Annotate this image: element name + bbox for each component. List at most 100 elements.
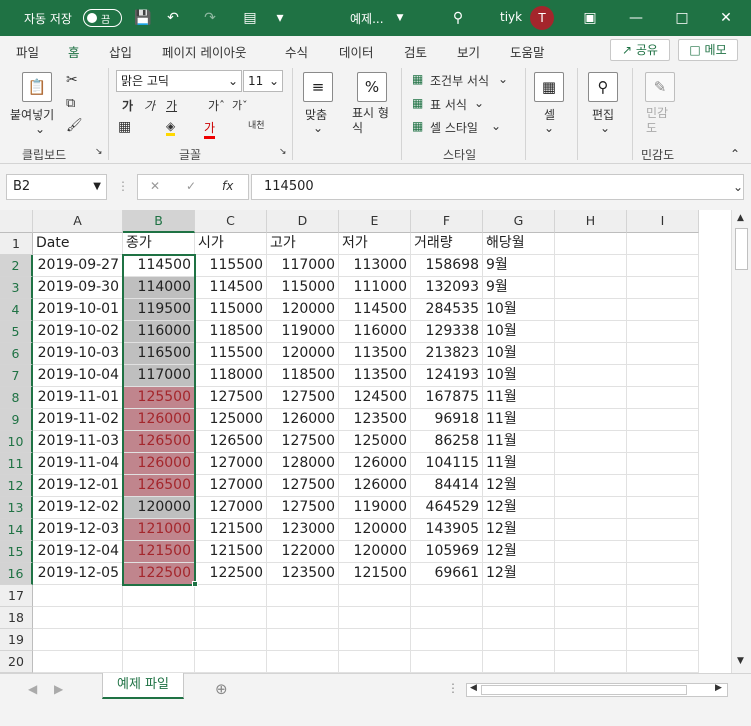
scroll-thumb[interactable] [735,228,748,270]
value-cell[interactable]: 126500 [123,431,195,453]
cell[interactable] [555,519,627,541]
value-cell[interactable]: 121500 [195,541,267,563]
value-cell[interactable]: 115000 [267,277,339,299]
value-cell[interactable]: 125500 [123,387,195,409]
maximize-icon[interactable]: □ [672,8,692,28]
font-size-box[interactable]: 11 ⌄ [243,70,283,92]
value-cell[interactable]: 122500 [195,563,267,585]
decrease-font-icon[interactable]: 가ˇ [232,97,248,113]
value-cell[interactable]: 132093 [411,277,483,299]
scroll-left-icon[interactable]: ◀ [470,683,477,693]
cell[interactable] [555,497,627,519]
undo-icon[interactable]: ↶ [163,8,183,28]
cell[interactable] [411,629,483,651]
value-cell[interactable]: 120000 [267,299,339,321]
value-cell[interactable]: 120000 [339,519,411,541]
cell[interactable] [627,563,699,585]
cell[interactable] [195,607,267,629]
date-cell[interactable]: 2019-11-04 [33,453,123,475]
cell[interactable] [411,607,483,629]
date-cell[interactable]: 2019-12-03 [33,519,123,541]
row-header[interactable]: 2 [0,255,33,277]
value-cell[interactable]: 119000 [267,321,339,343]
value-cell[interactable]: 213823 [411,343,483,365]
value-cell[interactable]: 123500 [339,409,411,431]
value-cell[interactable]: 116500 [123,343,195,365]
value-cell[interactable]: 115500 [195,343,267,365]
month-cell[interactable]: 10월 [483,365,555,387]
value-cell[interactable]: 118500 [267,365,339,387]
cell[interactable] [555,277,627,299]
table-format-dropdown-icon[interactable]: ⌄ [474,96,484,110]
month-cell[interactable]: 11월 [483,409,555,431]
clipboard-launcher-icon[interactable]: ↘ [95,147,103,157]
cancel-icon[interactable]: ✕ [150,179,160,193]
cell[interactable] [555,409,627,431]
tab-formulas[interactable]: 수식 [285,42,308,61]
cell[interactable] [627,343,699,365]
tab-data[interactable]: 데이터 [339,42,374,61]
value-cell[interactable]: 125000 [195,409,267,431]
value-cell[interactable]: 111000 [339,277,411,299]
cell[interactable] [123,629,195,651]
value-cell[interactable]: 104115 [411,453,483,475]
cell[interactable] [555,629,627,651]
row-header[interactable]: 13 [0,497,33,519]
scroll-right-icon[interactable]: ▶ [715,683,722,693]
date-cell[interactable]: 2019-11-02 [33,409,123,431]
row-header[interactable]: 11 [0,453,33,475]
date-cell[interactable]: 2019-09-30 [33,277,123,299]
value-cell[interactable]: 126000 [267,409,339,431]
value-cell[interactable]: 464529 [411,497,483,519]
tab-review[interactable]: 검토 [404,42,427,61]
tab-insert[interactable]: 삽입 [109,42,132,61]
row-header[interactable]: 14 [0,519,33,541]
cell[interactable] [339,607,411,629]
cell[interactable] [483,585,555,607]
date-cell[interactable]: 2019-10-01 [33,299,123,321]
number-format-icon[interactable]: % [357,72,387,102]
alignment-icon[interactable]: ≡ [303,72,333,102]
cell[interactable] [555,585,627,607]
cell[interactable] [123,585,195,607]
title-chevron-icon[interactable]: ▼ [390,8,410,28]
table-format-button[interactable]: 표 서식 [430,96,467,113]
column-header-i[interactable]: I [627,210,699,233]
cell[interactable] [627,365,699,387]
row-header[interactable]: 15 [0,541,33,563]
minimize-icon[interactable]: — [626,8,646,28]
cell[interactable] [627,541,699,563]
tab-file[interactable]: 파일 [16,42,39,61]
cell[interactable] [33,651,123,673]
editing-icon[interactable]: ⚲ [588,72,618,102]
value-cell[interactable]: 119000 [339,497,411,519]
date-cell[interactable]: 2019-12-01 [33,475,123,497]
value-cell[interactable]: 127000 [195,497,267,519]
value-cell[interactable]: 127000 [195,475,267,497]
cell[interactable] [339,629,411,651]
alignment-dropdown-icon[interactable]: ⌄ [313,121,323,135]
font-launcher-icon[interactable]: ↘ [279,147,287,157]
value-cell[interactable]: 114500 [339,299,411,321]
cell[interactable] [555,475,627,497]
value-cell[interactable]: 84414 [411,475,483,497]
form-icon[interactable]: ▤ [240,8,260,28]
column-header-c[interactable]: C [195,210,267,233]
cell[interactable] [555,563,627,585]
fill-color-icon[interactable]: ◈ [166,119,176,136]
underline-icon[interactable]: 가 [166,97,177,114]
cell[interactable] [627,431,699,453]
month-cell[interactable]: 11월 [483,431,555,453]
cell[interactable] [339,651,411,673]
tab-help[interactable]: 도움말 [510,42,545,61]
search-icon[interactable]: ⚲ [448,8,468,28]
date-cell[interactable]: 2019-11-01 [33,387,123,409]
cell[interactable] [627,233,699,255]
value-cell[interactable]: 69661 [411,563,483,585]
value-cell[interactable]: 158698 [411,255,483,277]
formula-input[interactable]: 114500 [251,174,744,200]
cell[interactable] [555,387,627,409]
value-cell[interactable]: 113500 [339,343,411,365]
header-cell[interactable]: 고가 [267,233,339,255]
month-cell[interactable]: 10월 [483,321,555,343]
